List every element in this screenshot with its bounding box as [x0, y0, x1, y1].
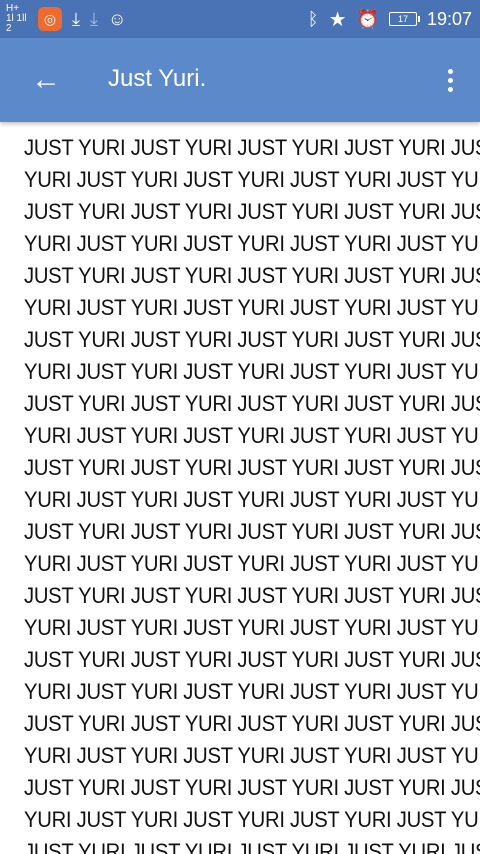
app-bar: ← Just Yuri. [0, 38, 480, 122]
star-icon: ★ [328, 8, 347, 31]
text-line: YURI JUST YURI JUST YURI JUST YURI JUST … [24, 231, 480, 256]
text-line: YURI JUST YURI JUST YURI JUST YURI JUST … [24, 487, 480, 512]
text-line: JUST YURI JUST YURI JUST YURI JUST YURI … [24, 775, 480, 800]
text-line: JUST YURI JUST YURI JUST YURI JUST YURI … [24, 199, 480, 224]
download-icon: ⤓ [89, 8, 98, 29]
text-line: YURI JUST YURI JUST YURI JUST YURI JUST … [24, 679, 480, 704]
bluetooth-icon: ᛒ [307, 8, 319, 29]
text-line: JUST YURI JUST YURI JUST YURI JUST YURI … [24, 263, 480, 288]
text-line: JUST YURI JUST YURI JUST YURI JUST YURI … [24, 647, 480, 672]
text-line: JUST YURI JUST YURI JUST YURI JUST YURI … [24, 135, 480, 160]
app-icon: ◎ [38, 7, 62, 31]
text-line: JUST YURI JUST YURI JUST YURI JUST YURI … [24, 839, 480, 854]
text-line: YURI JUST YURI JUST YURI JUST YURI JUST … [24, 359, 480, 384]
clock: 19:07 [426, 8, 472, 29]
download-icon: ⤓ [72, 8, 80, 29]
alarm-icon: ⏰ [356, 8, 379, 29]
text-line: YURI JUST YURI JUST YURI JUST YURI JUST … [24, 295, 480, 320]
battery-indicator: 17 [388, 12, 420, 26]
text-line: JUST YURI JUST YURI JUST YURI JUST YURI … [24, 327, 480, 352]
signal-indicator: H+ 1l 1ll 2 [6, 3, 27, 34]
chat-bubble-icon: ☺ [107, 8, 127, 29]
text-line: YURI JUST YURI JUST YURI JUST YURI JUST … [24, 615, 480, 640]
text-line: YURI JUST YURI JUST YURI JUST YURI JUST … [24, 423, 480, 448]
more-vertical-icon[interactable] [440, 58, 460, 102]
text-line: JUST YURI JUST YURI JUST YURI JUST YURI … [24, 455, 480, 480]
text-line: JUST YURI JUST YURI JUST YURI JUST YURI … [24, 519, 480, 544]
text-line: YURI JUST YURI JUST YURI JUST YURI JUST … [24, 743, 480, 768]
text-line: JUST YURI JUST YURI JUST YURI JUST YURI … [24, 583, 480, 608]
text-line: YURI JUST YURI JUST YURI JUST YURI JUST … [24, 551, 480, 576]
content-area: JUST YURI JUST YURI JUST YURI JUST YURI … [0, 124, 480, 854]
text-line: JUST YURI JUST YURI JUST YURI JUST YURI … [24, 391, 480, 416]
back-arrow-icon[interactable]: ← [26, 60, 66, 100]
text-line: JUST YURI JUST YURI JUST YURI JUST YURI … [24, 711, 480, 736]
text-line: YURI JUST YURI JUST YURI JUST YURI JUST … [24, 167, 480, 192]
text-line: YURI JUST YURI JUST YURI JUST YURI JUST … [24, 807, 480, 832]
page-title: Just Yuri. [108, 65, 207, 92]
status-bar: H+ 1l 1ll 2 ◎ ⤓ ⤓ ☺ ᛒ ★ ⏰ 17 19:07 [0, 0, 480, 38]
